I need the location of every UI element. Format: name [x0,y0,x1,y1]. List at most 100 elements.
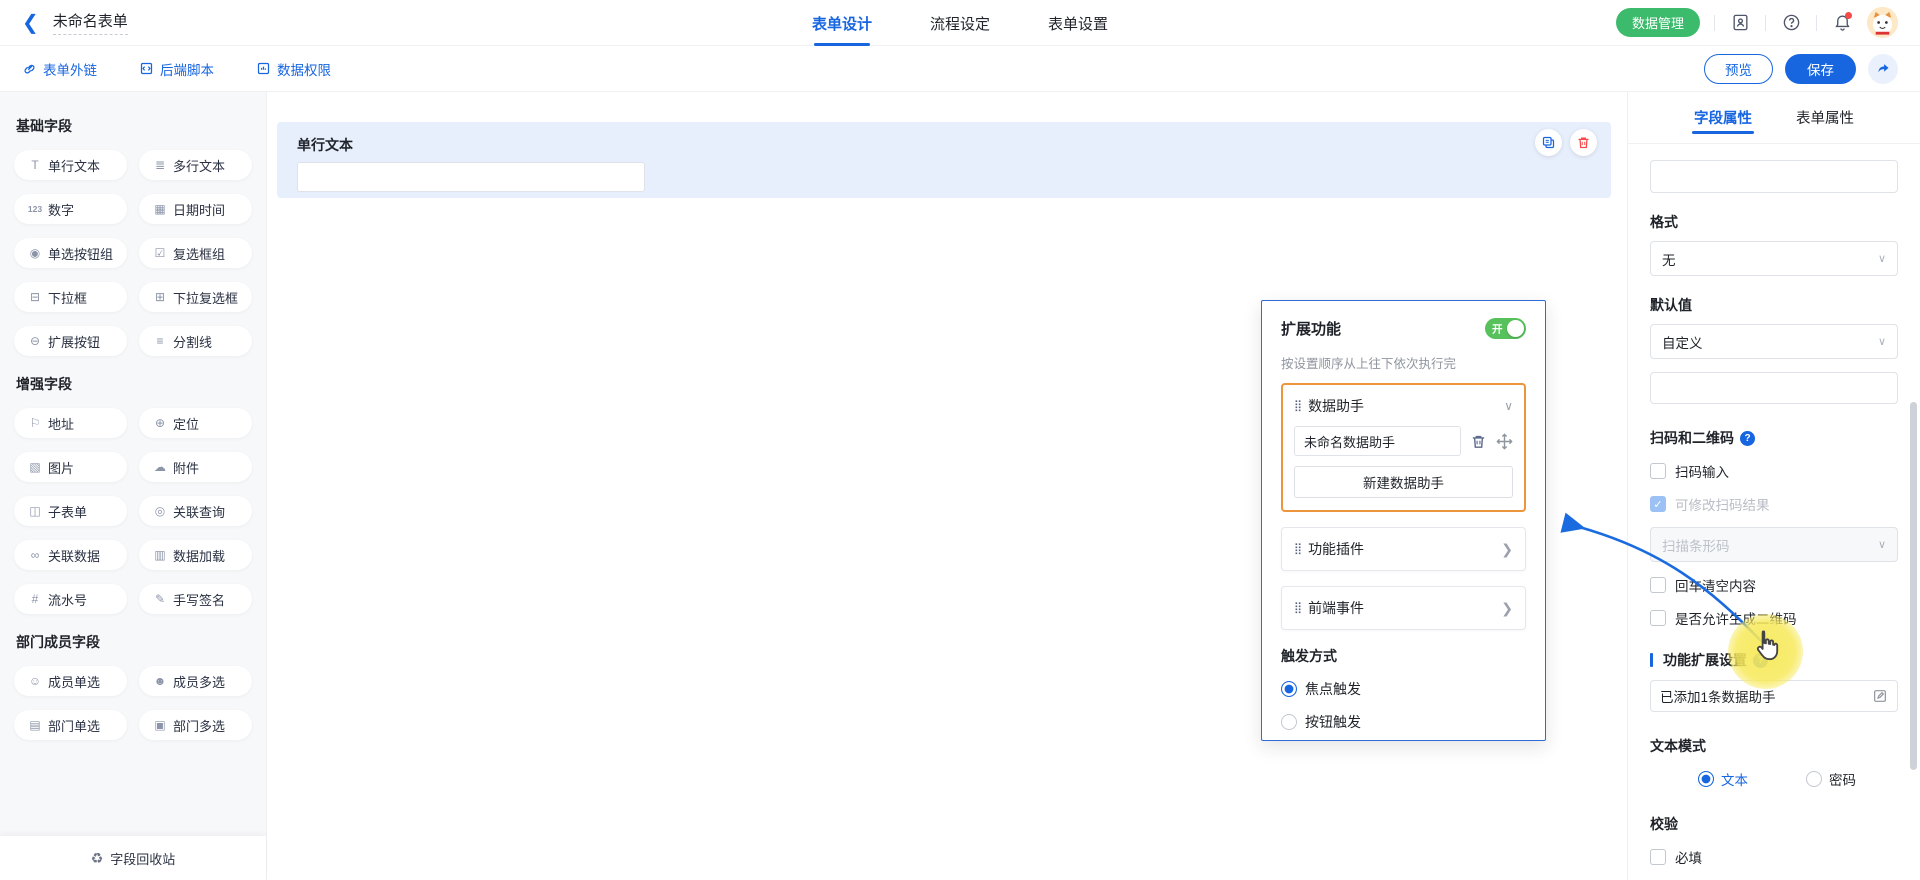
radio-unselected[interactable] [1806,771,1822,787]
field-pill[interactable]: ◉ 单选按钮组 [14,238,127,268]
radio-selected[interactable] [1698,771,1714,787]
field-pill[interactable]: ▧ 图片 [14,452,127,482]
field-pill[interactable]: ◫ 子表单 [14,496,127,526]
text-mode-password-option[interactable]: 密码 [1806,769,1856,789]
toggle-knob [1507,320,1524,337]
popup-hint: 按设置顺序从上往下依次执行完 [1281,353,1526,372]
chevron-collapse-icon[interactable]: ∨ [1504,399,1513,413]
delete-field-button[interactable] [1570,129,1597,156]
radio-selected[interactable] [1281,681,1297,697]
help-icon[interactable]: ? [1753,653,1768,668]
drag-handle-icon[interactable]: ⣿ [1294,544,1300,555]
field-pill-icon: ◉ [26,246,44,260]
edit-icon[interactable] [1872,688,1888,704]
field-pill[interactable]: ☺ 成员单选 [14,666,127,696]
enter-clear-checkbox-row[interactable]: 回车清空内容 [1650,575,1898,595]
drag-handle-icon[interactable]: ⣿ [1294,603,1300,614]
field-name-input[interactable] [1650,160,1898,193]
save-button[interactable]: 保存 [1785,54,1856,84]
field-pill-icon: ⊞ [151,290,169,304]
tab-form-properties[interactable]: 表单属性 [1796,92,1854,144]
checkbox-unchecked[interactable] [1650,849,1666,865]
help-icon[interactable] [1780,12,1802,34]
form-title[interactable]: 未命名表单 [53,10,128,35]
field-pill-label: 定位 [173,414,199,433]
user-avatar[interactable] [1867,7,1898,38]
field-pill[interactable]: ≡ 分割线 [139,326,252,356]
field-pill[interactable]: ⊟ 下拉框 [14,282,127,312]
field-pill[interactable]: ◎ 关联查询 [139,496,252,526]
property-inspector: 字段属性 表单属性 格式 无 ∨ 默认值 自定义 ∨ 扫码和二维码 ? [1627,92,1920,880]
back-icon[interactable]: ❮ [22,13,39,33]
move-assistant-icon[interactable] [1496,433,1513,450]
contacts-icon[interactable] [1729,12,1751,34]
field-pill[interactable]: ▥ 数据加载 [139,540,252,570]
field-pill-icon: ▣ [151,718,169,732]
field-pill[interactable]: ▦ 日期时间 [139,194,252,224]
checkbox-unchecked[interactable] [1650,463,1666,479]
custom-default-input[interactable] [1650,372,1898,404]
extension-toggle-on[interactable]: 开 [1485,318,1526,339]
inspector-scrollbar[interactable] [1910,402,1917,770]
button-trigger-option[interactable]: 按钮触发 [1281,712,1526,732]
field-pill[interactable]: # 流水号 [14,584,127,614]
drag-handle-icon[interactable]: ⣿ [1294,401,1300,412]
field-text-input[interactable] [297,162,645,192]
field-pill[interactable]: ✎ 手写签名 [139,584,252,614]
default-value-select[interactable]: 自定义 ∨ [1650,324,1898,359]
data-assistant-header[interactable]: ⣿ 数据助手 ∨ [1294,396,1513,416]
field-pill[interactable]: ≣ 多行文本 [139,150,252,180]
checkbox-unchecked[interactable] [1650,610,1666,626]
field-pill-label: 单选按钮组 [48,244,113,263]
backend-script-link[interactable]: 后端脚本 [139,59,214,79]
field-pill[interactable]: ⊖ 扩展按钮 [14,326,127,356]
field-pill[interactable]: ☻ 成员多选 [139,666,252,696]
qr-allow-checkbox-row[interactable]: 是否允许生成二维码 [1650,608,1898,628]
tab-field-properties[interactable]: 字段属性 [1694,92,1752,144]
field-pill[interactable]: ∞ 关联数据 [14,540,127,570]
data-manage-button[interactable]: 数据管理 [1616,8,1700,37]
tab-flow-setting[interactable]: 流程设定 [930,0,990,46]
extension-summary-input[interactable]: 已添加1条数据助手 [1650,680,1898,712]
share-button[interactable] [1868,54,1898,84]
delete-assistant-icon[interactable] [1470,433,1487,450]
field-pill[interactable]: ⊕ 定位 [139,408,252,438]
divider [1816,15,1817,31]
field-pill-icon: ☺ [26,674,44,688]
field-pill-label: 部门多选 [173,716,225,735]
function-plugin-card[interactable]: ⣿ 功能插件 ❯ [1281,527,1526,571]
format-select[interactable]: 无 ∨ [1650,241,1898,276]
field-pill[interactable]: ☑ 复选框组 [139,238,252,268]
help-icon[interactable]: ? [1740,431,1755,446]
field-pill-icon: ⊕ [151,416,169,430]
scan-input-checkbox-row[interactable]: 扫码输入 [1650,461,1898,481]
focus-trigger-option[interactable]: 焦点触发 [1281,679,1526,699]
text-mode-text-option[interactable]: 文本 [1698,769,1748,789]
frontend-event-card[interactable]: ⣿ 前端事件 ❯ [1281,586,1526,630]
form-external-link[interactable]: 表单外链 [22,59,97,79]
field-pill-label: 成员多选 [173,672,225,691]
new-data-assistant-button[interactable]: 新建数据助手 [1294,466,1513,498]
field-pill[interactable]: ☁ 附件 [139,452,252,482]
notification-bell-icon[interactable] [1831,12,1853,34]
field-recycle-bin[interactable]: ♻ 字段回收站 [0,836,266,880]
field-pill[interactable]: ▤ 部门单选 [14,710,127,740]
preview-button[interactable]: 预览 [1704,54,1773,84]
assistant-name-input[interactable]: 未命名数据助手 [1294,426,1461,456]
required-checkbox-row[interactable]: 必填 [1650,847,1898,867]
divider [1765,15,1766,31]
duplicate-field-button[interactable] [1535,129,1562,156]
scan-editable-checkbox-row[interactable]: ✓ 可修改扫码结果 [1650,494,1898,514]
field-pill[interactable]: T 单行文本 [14,150,127,180]
tab-form-setting[interactable]: 表单设置 [1048,0,1108,46]
selected-field-card[interactable]: 单行文本 [277,122,1611,198]
data-permission-link[interactable]: 数据权限 [256,59,331,79]
checkbox-unchecked[interactable] [1650,577,1666,593]
field-pill[interactable]: 123 数字 [14,194,127,224]
field-pill-label: 扩展按钮 [48,332,100,351]
field-pill[interactable]: ⊞ 下拉复选框 [139,282,252,312]
field-pill[interactable]: ▣ 部门多选 [139,710,252,740]
tab-form-design[interactable]: 表单设计 [812,0,872,46]
radio-unselected[interactable] [1281,714,1297,730]
field-pill[interactable]: ⚐ 地址 [14,408,127,438]
